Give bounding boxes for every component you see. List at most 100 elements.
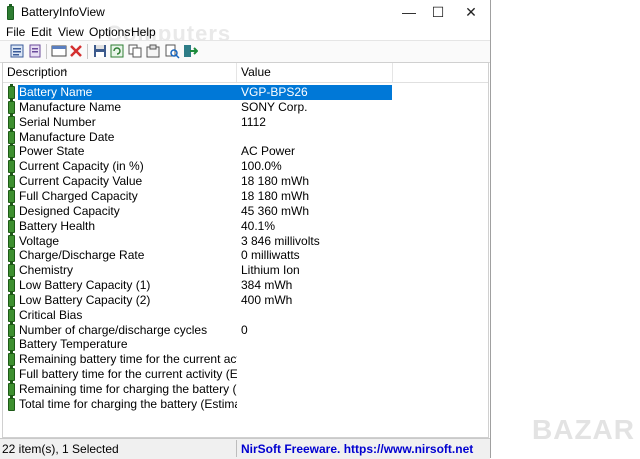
table-row[interactable]: Current Capacity (in %) 100.0% [3,158,488,174]
battery-icon [8,217,15,233]
battery-icon [8,113,15,129]
exit-icon[interactable] [182,43,198,59]
table-row[interactable]: Manufacture Date [3,128,488,145]
menu-help[interactable]: Help [131,25,156,39]
toolbar-separator [87,44,88,59]
row-description: Low Battery Capacity (1) [19,278,151,293]
find-icon[interactable] [164,43,180,59]
table-row[interactable]: Voltage 3 846 millivolts [3,232,488,249]
table-row[interactable]: Full Charged Capacity 18 180 mWh [3,187,488,204]
battery-icon [8,158,15,174]
column-header-description-label: Description [7,65,68,79]
row-description: Serial Number [19,114,96,129]
app-window: BatteryInfoView — ☐ ✕ Computers File Edi… [0,0,491,459]
battery-icon [8,291,15,307]
title-bar[interactable]: BatteryInfoView — ☐ ✕ [0,0,490,25]
menu-edit[interactable]: Edit [31,25,52,39]
bazar-watermark-logo: BAZAR [532,414,635,445]
row-description: Full Charged Capacity [19,188,138,203]
battery-icon [8,173,15,189]
row-description: Manufacture Date [19,129,115,144]
battery-icon [8,202,15,218]
column-header-description[interactable]: Description ^ [3,63,237,82]
table-row[interactable]: Current Capacity Value 18 180 mWh [3,173,488,189]
row-value: 100.0% [241,159,282,174]
table-row[interactable]: Remaining time for charging the battery … [3,381,488,397]
battery-icon [8,232,15,248]
table-row[interactable]: Manufacture Name SONY Corp. [3,98,488,115]
minimize-button[interactable]: — [394,0,424,25]
row-value: 400 mWh [241,292,293,307]
table-row[interactable]: Serial Number 1112 [3,113,488,130]
row-value: 40.1% [241,218,276,233]
column-header-value[interactable]: Value [237,63,393,82]
row-description: Power State [19,144,85,159]
table-row[interactable]: Designed Capacity 45 360 mWh [3,202,488,219]
maximize-button[interactable]: ☐ [423,0,453,25]
table-row[interactable]: Battery Health 40.1% [3,217,488,234]
sort-ascending-icon: ^ [63,67,68,77]
save-icon[interactable] [92,43,108,59]
table-row[interactable]: Low Battery Capacity (1) 384 mWh [3,277,488,293]
row-description: Full battery time for the current activi… [19,367,237,382]
row-description: Number of charge/discharge cycles [19,322,208,337]
table-row[interactable]: Low Battery Capacity (2) 400 mWh [3,291,488,308]
table-row[interactable]: Remaining battery time for the current a… [3,351,488,367]
row-description: Designed Capacity [19,203,120,218]
row-value: SONY Corp. [241,99,308,114]
status-divider [236,440,237,457]
row-value: 0 milliwatts [241,248,300,263]
battery-icon [8,84,15,99]
toolbar [0,40,490,63]
battery-app-icon [7,4,14,20]
row-description: Voltage [19,233,60,248]
table-row[interactable]: Total time for charging the battery (Est… [3,395,488,412]
delete-icon[interactable] [68,43,84,59]
row-description: Current Capacity Value [19,174,143,189]
refresh-icon[interactable] [109,43,125,59]
battery-info-list[interactable]: Description ^ Value Battery Name VGP-BPS2… [2,62,489,438]
battery-icon [8,321,15,337]
row-description: Remaining battery time for the current a… [19,352,237,367]
copy-icon[interactable] [127,43,143,59]
table-row[interactable]: Battery Temperature [3,336,488,352]
battery-icon [8,306,15,322]
row-value: 1112 [241,114,266,129]
battery-icon [8,351,15,367]
row-description: Manufacture Name [19,99,122,114]
table-row[interactable]: Chemistry Lithium Ion [3,262,488,278]
table-row[interactable]: Battery Name VGP-BPS26 [3,84,488,100]
row-value: 0 [241,322,248,337]
table-row[interactable]: Full battery time for the current activi… [3,366,488,382]
row-value: 3 846 millivolts [241,233,320,248]
battery-icon [8,336,15,352]
row-value: 18 180 mWh [241,188,310,203]
table-row[interactable]: Critical Bias [3,306,488,323]
battery-icon [8,247,15,263]
menu-view[interactable]: View [58,25,84,39]
menu-file[interactable]: File [6,25,25,39]
row-description: Remaining time for charging the battery … [19,382,237,396]
copy-selected-icon[interactable] [145,43,161,59]
table-row[interactable]: Number of charge/discharge cycles 0 [3,321,488,338]
battery-log-icon[interactable] [27,43,43,59]
battery-icon [8,262,15,278]
row-value: 18 180 mWh [241,174,310,189]
close-button[interactable]: ✕ [456,0,486,25]
toolbar-separator [46,44,47,59]
table-row[interactable]: Charge/Discharge Rate 0 milliwatts [3,247,488,263]
column-header-value-label: Value [241,65,271,79]
battery-icon [8,381,15,396]
menu-options[interactable]: Options [89,25,130,39]
row-description: Charge/Discharge Rate [19,248,145,263]
battery-icon [8,128,15,144]
row-description: Total time for charging the battery (Est… [19,396,237,411]
menu-bar: File Edit View Options Help [0,25,490,40]
properties-icon[interactable] [9,43,25,59]
table-row[interactable]: Power State AC Power [3,143,488,159]
row-value: Lithium Ion [241,263,300,278]
row-description: Chemistry [19,263,74,278]
html-report-icon[interactable] [51,43,67,59]
nirsoft-link[interactable]: NirSoft Freeware. https://www.nirsoft.ne… [241,442,473,456]
row-description: Critical Bias [19,307,83,322]
